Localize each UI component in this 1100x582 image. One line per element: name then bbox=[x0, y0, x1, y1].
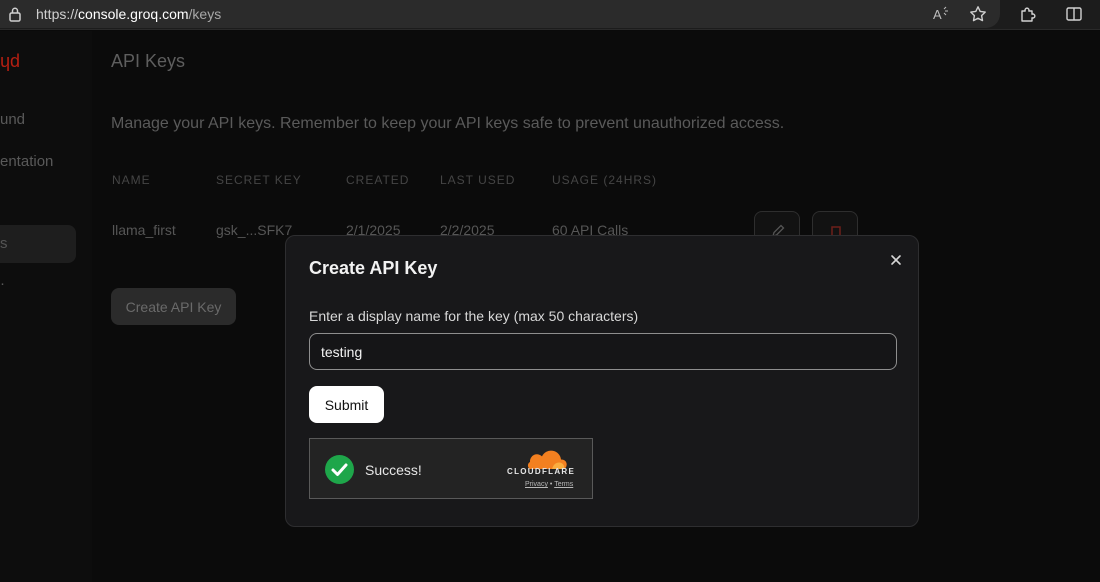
svg-text:A: A bbox=[933, 7, 942, 22]
key-name-input[interactable] bbox=[309, 333, 897, 370]
extensions-icon[interactable] bbox=[1019, 5, 1037, 23]
column-header-secret-key: SECRET KEY bbox=[216, 173, 302, 187]
check-icon bbox=[325, 455, 354, 484]
sidebar-item-playground[interactable]: und bbox=[0, 111, 25, 128]
brand-logo: ɥd bbox=[0, 51, 21, 71]
key-secret: gsk_...SFK7 bbox=[216, 222, 293, 238]
url-scheme: https:// bbox=[36, 6, 79, 22]
column-header-name: NAME bbox=[112, 173, 151, 187]
create-api-key-button[interactable]: Create API Key bbox=[111, 288, 236, 325]
lock-icon[interactable] bbox=[8, 6, 22, 22]
close-icon bbox=[891, 255, 901, 265]
sidebar-item-more[interactable]: · bbox=[0, 275, 5, 292]
link-separator: • bbox=[549, 481, 553, 488]
sidebar-item-documentation[interactable]: entation bbox=[0, 153, 53, 170]
column-header-created: CREATED bbox=[346, 173, 410, 187]
cloudflare-wordmark: CLOUDFLARE bbox=[507, 467, 576, 476]
create-api-key-dialog: Create API Key Enter a display name for … bbox=[285, 235, 919, 527]
url-host: console.groq.com bbox=[78, 6, 189, 22]
sidebar-item-api-keys[interactable]: s bbox=[0, 225, 76, 263]
url-path: /keys bbox=[188, 6, 222, 22]
read-aloud-icon[interactable]: A bbox=[932, 5, 950, 23]
terms-link[interactable]: Terms bbox=[554, 481, 573, 488]
sidebar: ɥd und entation s · bbox=[0, 31, 92, 582]
close-button[interactable] bbox=[886, 250, 906, 270]
key-name: llama_first bbox=[112, 222, 176, 238]
captcha-links: Privacy • Terms bbox=[525, 481, 573, 488]
key-name-label: Enter a display name for the key (max 50… bbox=[309, 308, 639, 324]
dialog-title: Create API Key bbox=[309, 258, 438, 278]
address-bar[interactable]: https://console.groq.com/keys A bbox=[0, 0, 1000, 28]
column-header-last-used: LAST USED bbox=[440, 173, 516, 187]
url-text[interactable]: https://console.groq.com/keys bbox=[36, 6, 221, 22]
submit-button[interactable]: Submit bbox=[309, 386, 384, 423]
column-header-usage: USAGE (24HRS) bbox=[552, 173, 658, 187]
captcha-status: Success! bbox=[365, 462, 422, 478]
page-title: API Keys bbox=[111, 51, 186, 71]
favorite-star-icon[interactable] bbox=[969, 5, 987, 23]
sidebar-item-label: s bbox=[0, 235, 8, 252]
split-screen-icon[interactable] bbox=[1065, 5, 1083, 23]
cloudflare-turnstile-widget[interactable]: Success! CLOUDFLARE Privacy • Terms bbox=[309, 438, 593, 499]
page-description: Manage your API keys. Remember to keep y… bbox=[111, 115, 785, 132]
browser-toolbar: https://console.groq.com/keys A bbox=[0, 0, 1100, 30]
privacy-link[interactable]: Privacy bbox=[525, 481, 548, 488]
